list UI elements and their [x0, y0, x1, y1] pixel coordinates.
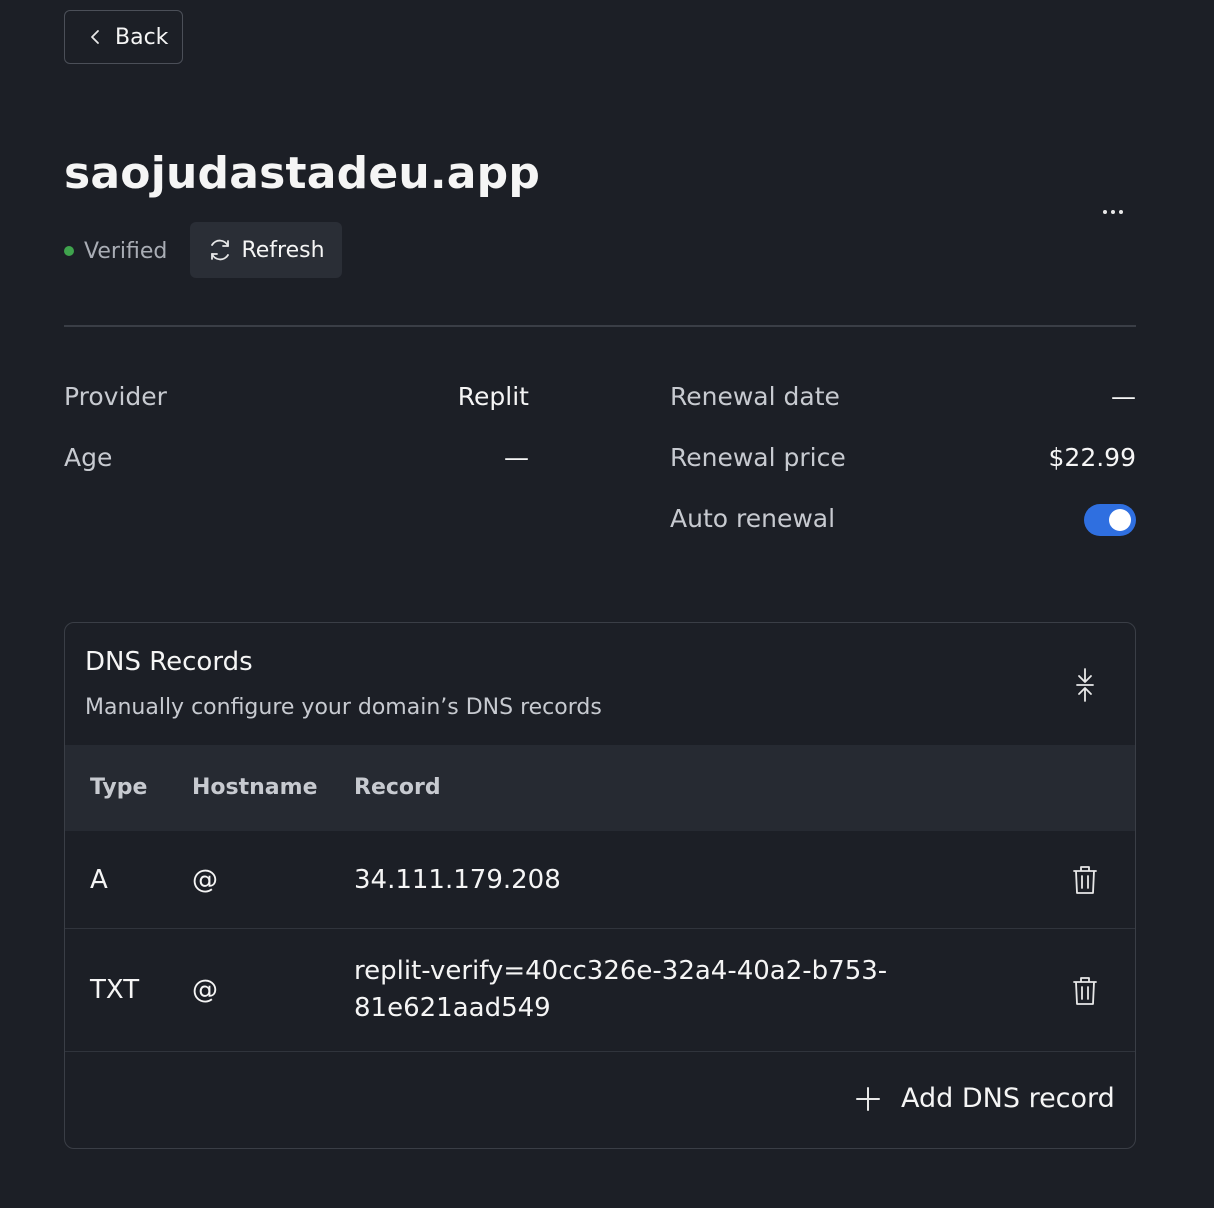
domain-title: saojudastadeu.app	[64, 148, 541, 199]
collapse-button[interactable]	[1071, 667, 1099, 703]
renewal-price-value: $22.99	[1048, 443, 1136, 472]
delete-record-button[interactable]	[1072, 976, 1098, 1010]
age-label: Age	[64, 443, 113, 472]
auto-renewal-toggle[interactable]	[1084, 504, 1136, 536]
refresh-icon	[211, 239, 230, 261]
age-value: —	[504, 443, 529, 472]
renewal-date-value: —	[1111, 382, 1136, 411]
more-dot-icon	[1111, 210, 1115, 214]
table-row: A @ 34.111.179.208	[65, 831, 1135, 929]
plus-icon	[856, 1086, 880, 1111]
refresh-button[interactable]: Refresh	[190, 222, 342, 278]
more-options-button[interactable]	[1096, 198, 1130, 226]
trash-icon	[1073, 977, 1097, 1005]
table-row: TXT @ replit-verify=40cc326e-32a4-40a2-b…	[65, 929, 1135, 1052]
record-type: A	[90, 865, 108, 895]
dns-records-card: DNS Records Manually configure your doma…	[64, 622, 1136, 1149]
delete-record-button[interactable]	[1072, 865, 1098, 899]
status-dot	[64, 246, 74, 256]
add-dns-record-label: Add DNS record	[901, 1083, 1115, 1114]
trash-icon	[1073, 866, 1097, 894]
provider-value: Replit	[457, 382, 529, 411]
chevron-left-icon	[91, 30, 99, 44]
toggle-knob	[1109, 509, 1131, 531]
more-dot-icon	[1103, 210, 1107, 214]
column-header-record: Record	[354, 775, 441, 800]
dns-subtitle: Manually configure your domain’s DNS rec…	[85, 695, 602, 720]
record-value-line1: replit-verify=40cc326e-32a4-40a2-b753-	[354, 956, 888, 986]
table-header: Type Hostname Record	[65, 745, 1135, 831]
renewal-date-label: Renewal date	[670, 382, 840, 411]
renewal-price-label: Renewal price	[670, 443, 846, 472]
more-dot-icon	[1119, 210, 1123, 214]
refresh-label: Refresh	[241, 237, 325, 263]
record-value: 34.111.179.208	[354, 865, 561, 895]
back-button[interactable]: Back	[64, 10, 183, 64]
column-header-type: Type	[90, 775, 148, 800]
provider-label: Provider	[64, 382, 167, 411]
auto-renewal-label: Auto renewal	[670, 504, 836, 533]
add-dns-record-button[interactable]: Add DNS record	[855, 1083, 1115, 1114]
status-badge: Verified	[64, 235, 167, 267]
record-hostname: @	[192, 865, 218, 895]
status-label: Verified	[84, 238, 168, 264]
record-value-line2: 81e621aad549	[354, 993, 551, 1023]
dns-title: DNS Records	[85, 647, 253, 677]
divider	[64, 325, 1136, 327]
collapse-icon	[1076, 668, 1094, 702]
record-hostname: @	[192, 975, 218, 1005]
back-label: Back	[115, 24, 169, 50]
column-header-hostname: Hostname	[192, 775, 318, 800]
record-type: TXT	[90, 975, 140, 1005]
